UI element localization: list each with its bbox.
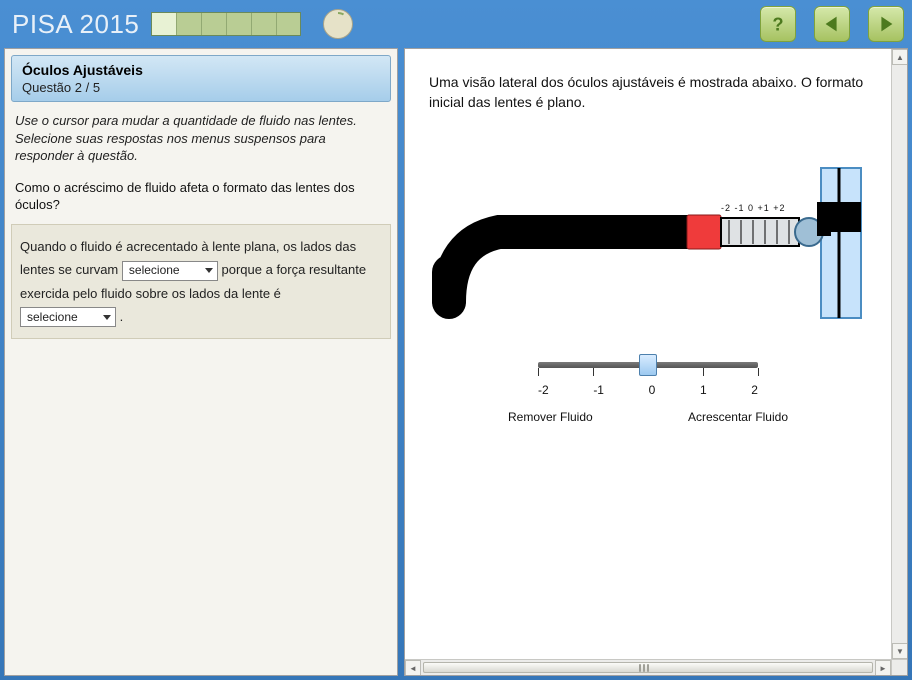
app-window: PISA 2015 ? (0, 0, 912, 680)
chevron-down-icon (103, 315, 111, 320)
question-counter: Questão 2 / 5 (22, 80, 380, 95)
horizontal-scroll-thumb[interactable] (423, 662, 873, 673)
scroll-up-button[interactable]: ▲ (892, 49, 908, 65)
tick-label: 0 (649, 382, 656, 399)
tick-label: -1 (593, 382, 604, 399)
fluid-slider[interactable]: -2 -1 0 1 2 Remover Fluido Acrescentar F… (538, 362, 758, 426)
chevron-down-icon (205, 268, 213, 273)
glasses-graphic: -2 -1 0 +1 +2 (429, 132, 869, 332)
question-title-box: Óculos Ajustáveis Questão 2 / 5 (11, 55, 391, 102)
progress-bar (151, 12, 301, 36)
right-pane: Uma visão lateral dos óculos ajustáveis … (404, 48, 908, 676)
body-split: Óculos Ajustáveis Questão 2 / 5 Use o cu… (0, 48, 912, 680)
answer-select-1-text: selecione (129, 260, 180, 282)
tick-label: 2 (751, 382, 758, 399)
answer-select-2[interactable]: selecione (20, 307, 116, 327)
answer-select-1[interactable]: selecione (122, 261, 218, 281)
slider-captions: Remover Fluido Acrescentar Fluido (508, 409, 788, 426)
question-mark-icon: ? (767, 13, 789, 35)
progress-seg-4 (227, 13, 252, 35)
header-bar: PISA 2015 ? (0, 0, 912, 48)
horizontal-scroll-track[interactable] (421, 660, 875, 675)
progress-seg-3 (202, 13, 227, 35)
progress-seg-5 (252, 13, 277, 35)
scroll-left-button[interactable]: ◄ (405, 660, 421, 676)
timer-icon (323, 9, 353, 39)
right-content: Uma visão lateral dos óculos ajustáveis … (405, 49, 891, 659)
scroll-right-button[interactable]: ► (875, 660, 891, 676)
progress-seg-1 (152, 13, 177, 35)
answer-trailing: . (120, 309, 124, 324)
triangle-right-icon (875, 13, 897, 35)
tick-label: -2 (538, 382, 549, 399)
instructions-text: Use o cursor para mudar a quantidade de … (11, 112, 391, 165)
prev-button[interactable] (814, 6, 850, 42)
answer-box: Quando o fluido é acrecentado à lente pl… (11, 224, 391, 340)
progress-seg-2 (177, 13, 202, 35)
syringe-scale-labels: -2 -1 0 +1 +2 (721, 202, 786, 215)
brand-title: PISA 2015 (8, 9, 139, 40)
question-text: Como o acréscimo de fluido afeta o forma… (11, 165, 391, 224)
help-button[interactable]: ? (760, 6, 796, 42)
slider-tick-labels: -2 -1 0 1 2 (538, 374, 758, 399)
vertical-scroll-track[interactable] (892, 65, 907, 643)
tick-label: 1 (700, 382, 707, 399)
svg-text:?: ? (772, 13, 783, 34)
question-title: Óculos Ajustáveis (22, 62, 380, 78)
scrollbar-corner (891, 659, 907, 675)
slider-track[interactable] (538, 362, 758, 368)
simulation-description: Uma visão lateral dos óculos ajustáveis … (429, 73, 867, 112)
slider-caption-right: Acrescentar Fluido (688, 409, 788, 426)
horizontal-scrollbar[interactable]: ◄ ► (405, 659, 891, 675)
slider-thumb[interactable] (639, 354, 657, 376)
next-button[interactable] (868, 6, 904, 42)
vertical-scrollbar[interactable]: ▲ ▼ (891, 49, 907, 659)
triangle-left-icon (821, 13, 843, 35)
slider-caption-left: Remover Fluido (508, 409, 593, 426)
answer-select-2-text: selecione (27, 307, 78, 329)
scroll-down-button[interactable]: ▼ (892, 643, 908, 659)
left-pane: Óculos Ajustáveis Questão 2 / 5 Use o cu… (4, 48, 398, 676)
progress-seg-6 (277, 13, 301, 35)
